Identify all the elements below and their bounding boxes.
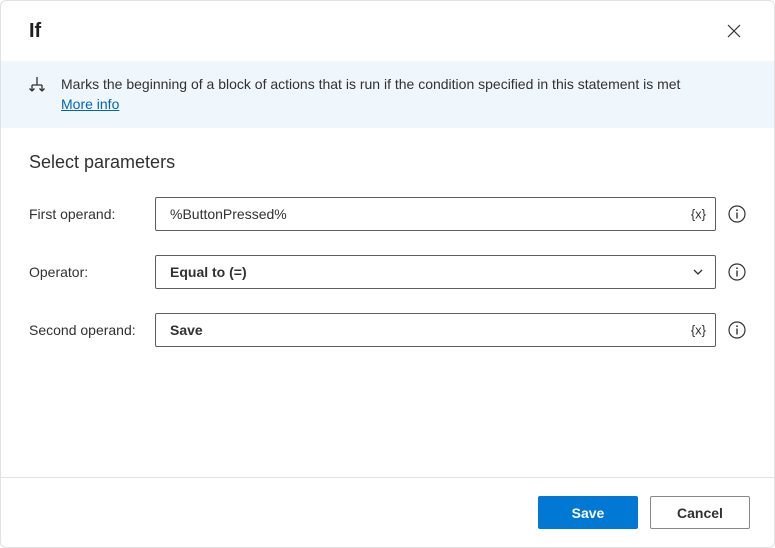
close-icon	[727, 24, 741, 38]
save-button[interactable]: Save	[538, 496, 638, 529]
dialog-title: If	[29, 20, 41, 43]
info-icon[interactable]	[728, 205, 746, 223]
second-operand-row: Second operand: {x}	[29, 313, 746, 347]
operator-value: Equal to (=)	[170, 264, 247, 280]
variable-picker-icon[interactable]: {x}	[691, 323, 706, 338]
dialog-footer: Save Cancel	[1, 477, 774, 547]
close-button[interactable]	[718, 15, 750, 47]
dialog-body: Select parameters First operand: {x} Ope…	[1, 128, 774, 477]
operator-select[interactable]: Equal to (=)	[155, 255, 716, 289]
first-operand-input[interactable]	[155, 197, 716, 231]
banner-description: Marks the beginning of a block of action…	[61, 76, 680, 92]
operator-row: Operator: Equal to (=)	[29, 255, 746, 289]
info-icon[interactable]	[728, 321, 746, 339]
banner-text: Marks the beginning of a block of action…	[61, 75, 680, 114]
variable-picker-icon[interactable]: {x}	[691, 207, 706, 222]
if-dialog: If Marks the beginning of a block of act…	[0, 0, 775, 548]
operator-label: Operator:	[29, 264, 155, 280]
dialog-header: If	[1, 1, 774, 61]
more-info-link[interactable]: More info	[61, 96, 119, 112]
section-heading: Select parameters	[29, 152, 746, 173]
info-banner: Marks the beginning of a block of action…	[1, 61, 774, 128]
cancel-button[interactable]: Cancel	[650, 496, 750, 529]
condition-icon	[29, 77, 45, 97]
second-operand-label: Second operand:	[29, 322, 155, 338]
second-operand-input[interactable]	[155, 313, 716, 347]
info-icon[interactable]	[728, 263, 746, 281]
first-operand-row: First operand: {x}	[29, 197, 746, 231]
first-operand-label: First operand:	[29, 206, 155, 222]
